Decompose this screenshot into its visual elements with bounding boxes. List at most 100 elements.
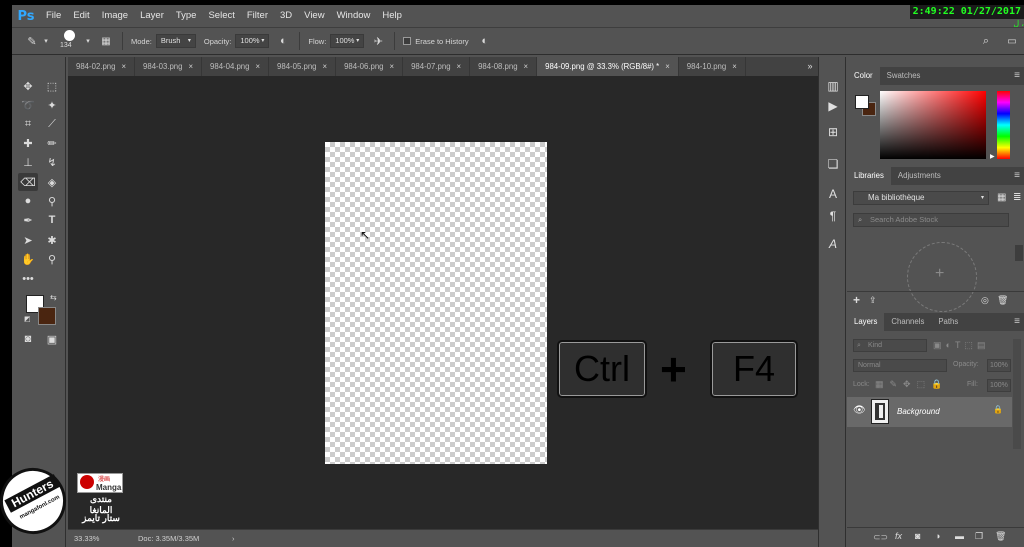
zoom-tool-icon[interactable]: ⚲ (42, 250, 62, 268)
layers-scrollbar[interactable] (1013, 339, 1021, 449)
properties-panel-icon[interactable]: ⊞ (823, 123, 843, 141)
mode-select[interactable]: Brush ▾ (155, 34, 196, 48)
menu-view[interactable]: View (298, 5, 330, 27)
chevron-down-icon[interactable]: ▾ (42, 33, 50, 49)
color-field[interactable] (880, 91, 986, 159)
canvas-area[interactable]: ↖ Ctrl + F4 (68, 76, 818, 529)
marquee-tool-icon[interactable]: ⬚ (42, 77, 62, 95)
delete-layer-icon[interactable]: 🗑 (995, 531, 1006, 542)
close-icon[interactable]: × (188, 62, 193, 71)
eraser-preset-icon[interactable]: ✎ (24, 33, 40, 49)
workspace-icon[interactable]: ▭ (1004, 33, 1020, 49)
close-icon[interactable]: × (390, 62, 395, 71)
trash-icon[interactable]: 🗑 (997, 295, 1008, 306)
crop-tool-icon[interactable]: ⌗ (18, 115, 38, 133)
hue-slider-handle-icon[interactable]: ▶ (990, 153, 995, 160)
panel-menu-icon[interactable]: ≡ (1014, 67, 1020, 85)
menu-help[interactable]: Help (376, 5, 408, 27)
cc-sync-icon[interactable]: ◎ (981, 295, 989, 306)
link-layers-icon[interactable]: ⊂⊃ (873, 532, 888, 543)
close-icon[interactable]: × (665, 62, 670, 71)
screen-mode-icon[interactable]: ▣ (42, 330, 62, 348)
close-icon[interactable]: × (457, 62, 462, 71)
document-tab[interactable]: 984-08.png × (470, 57, 538, 76)
blend-mode-select[interactable]: Normal (853, 359, 947, 372)
library-add-icon[interactable]: + (935, 265, 944, 283)
stock-search-field[interactable]: ⌕ Search Adobe Stock (853, 213, 1009, 227)
add-mask-icon[interactable]: ◙ (915, 531, 920, 541)
search-icon[interactable]: ⌕ (978, 33, 994, 49)
clone-stamp-tool-icon[interactable]: ⊥ (18, 153, 38, 171)
menu-file[interactable]: File (40, 5, 67, 27)
close-icon[interactable]: × (255, 62, 260, 71)
close-icon[interactable]: × (323, 62, 328, 71)
new-layer-icon[interactable]: ❐ (975, 531, 983, 542)
tab-color[interactable]: Color (847, 67, 880, 85)
erase-history-checkbox[interactable] (403, 37, 412, 45)
eraser-tool-icon[interactable]: ⌫ (18, 173, 38, 191)
close-icon[interactable]: × (524, 62, 529, 71)
zoom-level[interactable]: 33.33% (74, 530, 99, 547)
magic-wand-tool-icon[interactable]: ✦ (42, 96, 62, 114)
eyedropper-tool-icon[interactable]: ⟋ (42, 115, 62, 133)
tab-libraries[interactable]: Libraries (847, 167, 891, 185)
document-tab[interactable]: 984-03.png × (135, 57, 203, 76)
layer-filter-icons[interactable]: ▣◐T⬚▤ (933, 340, 989, 351)
path-selection-tool-icon[interactable]: ➤ (18, 231, 38, 249)
paint-bucket-tool-icon[interactable]: ◈ (42, 173, 62, 191)
hand-tool-icon[interactable]: ✋ (18, 250, 38, 268)
move-tool-icon[interactable]: ✥ (18, 77, 38, 95)
tabs-overflow-icon[interactable]: » (802, 57, 818, 76)
fx-button[interactable]: fx (895, 531, 902, 541)
layer-name[interactable]: Background (897, 407, 940, 416)
fill-field[interactable]: 100% (987, 379, 1011, 392)
airbrush-icon[interactable]: ✈ (370, 33, 386, 49)
status-arrow-icon[interactable]: › (232, 530, 235, 547)
custom-shape-tool-icon[interactable]: ✱ (42, 231, 62, 249)
background-color-swatch[interactable] (38, 307, 56, 325)
dodge-tool-icon[interactable]: ⚲ (42, 192, 62, 210)
tab-paths[interactable]: Paths (931, 313, 965, 331)
opacity-field[interactable]: 100% ▾ (235, 34, 270, 48)
menu-layer[interactable]: Layer (134, 5, 170, 27)
menu-window[interactable]: Window (331, 5, 377, 27)
menu-edit[interactable]: Edit (67, 5, 95, 27)
transparent-canvas[interactable] (325, 142, 547, 464)
brush-tool-icon[interactable]: ✏ (42, 134, 62, 152)
history-brush-tool-icon[interactable]: ↯ (42, 153, 62, 171)
brush-settings-icon[interactable]: ▦ (98, 33, 114, 49)
lock-icons[interactable]: ▦✎✥⬚🔒 (875, 379, 948, 390)
library-select[interactable]: Ma bibliothèque ▾ (853, 191, 989, 205)
document-tab[interactable]: 984-05.png × (269, 57, 337, 76)
layer-opacity-field[interactable]: 100% (987, 359, 1011, 372)
tab-channels[interactable]: Channels (884, 313, 931, 331)
color-fg-swatch[interactable] (855, 95, 869, 109)
menu-3d[interactable]: 3D (274, 5, 298, 27)
tab-layers[interactable]: Layers (847, 313, 885, 331)
adjustment-layer-icon[interactable]: ◑ (935, 531, 940, 541)
healing-brush-tool-icon[interactable]: ✚ (18, 134, 38, 152)
document-tab[interactable]: 984-04.png × (202, 57, 270, 76)
blur-tool-icon[interactable]: ● (18, 192, 38, 210)
document-tab[interactable]: 984-07.png × (403, 57, 471, 76)
menu-type[interactable]: Type (170, 5, 203, 27)
layer-kind-filter[interactable]: ⌕ Kind (853, 339, 927, 352)
lasso-tool-icon[interactable]: ➰ (18, 96, 38, 114)
hue-slider[interactable] (997, 91, 1010, 159)
eye-visibility-icon[interactable]: 👁 (853, 405, 866, 416)
actions-play-icon[interactable]: ▶ (823, 97, 843, 115)
layer-row-background[interactable]: 👁 Background 🔒 (847, 397, 1012, 427)
tab-swatches[interactable]: Swatches (880, 67, 928, 85)
brush-size-picker[interactable]: 134 (58, 28, 84, 54)
document-tab[interactable]: 984-09.png @ 33.3% (RGB/8#) * × (537, 57, 679, 76)
document-tab[interactable]: 984-02.png × (68, 57, 136, 76)
new-group-icon[interactable]: ▬ (955, 531, 964, 541)
default-colors-icon[interactable]: ◩ (24, 315, 31, 323)
close-icon[interactable]: × (732, 62, 737, 71)
chevron-down-icon[interactable]: ▾ (84, 33, 92, 49)
more-tools-icon[interactable]: ••• (18, 270, 38, 288)
upload-icon[interactable]: ⇪ (869, 295, 877, 306)
panel-menu-icon[interactable]: ≡ (1014, 167, 1020, 185)
document-tab[interactable]: 984-06.png × (336, 57, 404, 76)
list-view-icon[interactable]: ≣ (1013, 192, 1024, 204)
